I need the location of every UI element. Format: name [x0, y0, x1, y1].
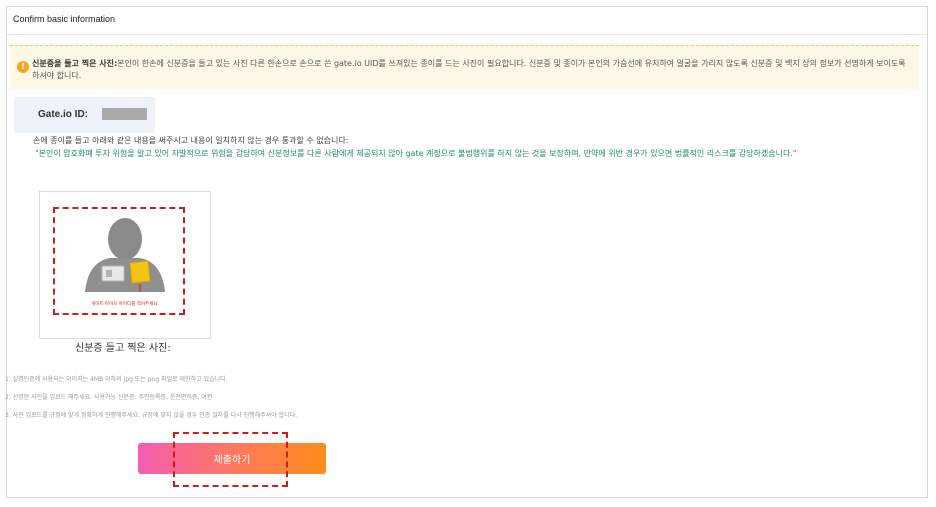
- submit-button[interactable]: 제출하기: [138, 443, 326, 474]
- rule-item: 2. 선명한 사진을 업로드 해주세요. 사용가능 신분증: 주민등록증, 운전…: [5, 394, 213, 401]
- gateio-id-redacted: [102, 108, 147, 120]
- requirement-notice: ! 신분증을 들고 찍은 사진:본인이 한손에 신분증을 들고 있는 사진 다른…: [10, 45, 919, 89]
- example-caption: 신분증 들고 찍은 사진:: [75, 343, 171, 354]
- rule-item: 3. 사진 업로드를 규정에 맞게 정확하게 진행해주세요. 규정에 맞지 않을…: [5, 412, 298, 419]
- gateio-id-label: Gate.io ID:: [38, 109, 89, 120]
- gateio-id-box: Gate.io ID:: [14, 97, 155, 133]
- notice-body: 본인이 한손에 신분증을 들고 있는 사진 다른 한손으로 손으로 쓴 gate…: [32, 59, 906, 80]
- warning-icon: !: [17, 61, 29, 73]
- statement-quote: "본인이 암호화폐 투자 위험을 알고 있어 자발적으로 위험을 감당하여 신분…: [35, 149, 797, 158]
- upload-rules: 1. 실명인증에 사용되는 이미지는 4MB 이하의 jpg 또는 png 파일…: [5, 371, 297, 425]
- panel-header: Confirm basic information: [7, 7, 927, 35]
- instruction-text: 손에 종이를 들고 아래와 같은 내용을 써주시고 내용이 일치하지 않는 경우…: [33, 136, 349, 145]
- example-highlight-box: [53, 207, 185, 315]
- panel-title: Confirm basic information: [13, 14, 116, 24]
- rule-item: 1. 실명인증에 사용되는 이미지는 4MB 이하의 jpg 또는 png 파일…: [5, 376, 228, 383]
- notice-bold: 신분증을 들고 찍은 사진:: [32, 59, 118, 68]
- notice-text: 신분증을 들고 찍은 사진:본인이 한손에 신분증을 들고 있는 사진 다른 한…: [32, 58, 912, 82]
